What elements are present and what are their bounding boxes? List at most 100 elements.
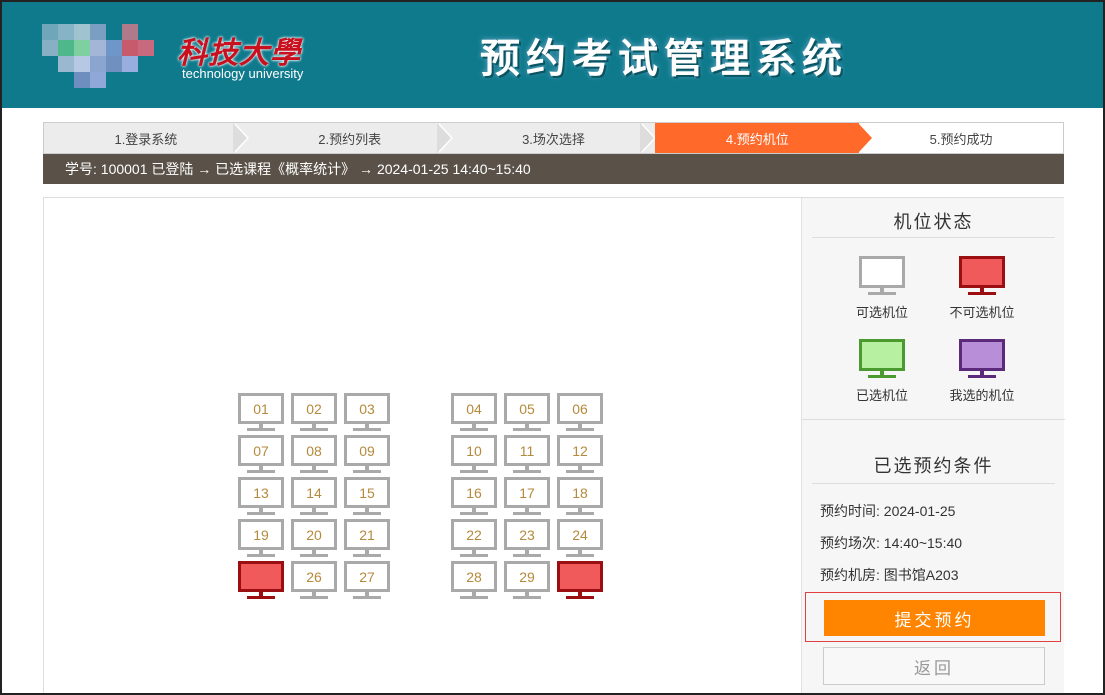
seat-22[interactable]: 22 — [451, 519, 497, 557]
monitor-base — [353, 470, 381, 473]
monitor-icon — [959, 339, 1005, 379]
seat-number: 16 — [451, 477, 497, 508]
step-progress: 1.登录系统 2.预约列表 3.场次选择 4.预约机位 5.预约成功 — [43, 122, 1064, 154]
condition-value: 14:40~15:40 — [883, 535, 963, 551]
seat-19[interactable]: 19 — [238, 519, 284, 557]
monitor-icon — [859, 339, 905, 379]
seat-18[interactable]: 18 — [557, 477, 603, 515]
seat-07[interactable]: 07 — [238, 435, 284, 473]
seat-number: 09 — [344, 435, 390, 466]
seat-11[interactable]: 11 — [504, 435, 550, 473]
seat-06[interactable]: 06 — [557, 393, 603, 431]
monitor-base — [353, 596, 381, 599]
monitor-base — [460, 512, 488, 515]
seat-number: 29 — [504, 561, 550, 592]
condition-label: 预约时间: — [820, 503, 880, 519]
condition-room: 预约机房: 图书馆A203 — [820, 565, 958, 585]
seat-05[interactable]: 05 — [504, 393, 550, 431]
monitor-base — [300, 470, 328, 473]
seat-01[interactable]: 01 — [238, 393, 284, 431]
side-panel: 机位状态 可选机位 不可选机位 已选机位 我选的机位 已选预约条件 预约时间: … — [801, 198, 1065, 693]
legend-label: 我选的机位 — [949, 388, 1015, 403]
monitor-base — [247, 428, 275, 431]
condition-value: 2024-01-25 — [883, 503, 956, 519]
submit-reservation-button[interactable]: 提交预约 — [824, 600, 1045, 636]
seat-number: 07 — [238, 435, 284, 466]
condition-session: 预约场次: 14:40~15:40 — [820, 533, 962, 553]
seat-28[interactable]: 28 — [451, 561, 497, 599]
seat-14[interactable]: 14 — [291, 477, 337, 515]
page-frame: 科技大學 technology university 预约考试管理系统 1.登录… — [0, 0, 1105, 695]
seat-number: 13 — [238, 477, 284, 508]
seat-24[interactable]: 24 — [557, 519, 603, 557]
condition-value: 图书馆A203 — [883, 567, 959, 583]
seat-17[interactable]: 17 — [504, 477, 550, 515]
legend-selected: 已选机位 — [832, 339, 932, 404]
seat-number: 24 — [557, 519, 603, 550]
seat-10[interactable]: 10 — [451, 435, 497, 473]
seat-29[interactable]: 29 — [504, 561, 550, 599]
monitor-base — [566, 470, 594, 473]
seat-map: 01 02 03 04 05 06 07 08 09 10 11 12 13 14 15 16 17 18 19 20… — [44, 198, 801, 693]
logo-subtitle: technology university — [182, 66, 304, 81]
seat-number: 08 — [291, 435, 337, 466]
legend-unavailable: 不可选机位 — [932, 256, 1032, 321]
monitor-base — [247, 596, 275, 599]
monitor-base — [353, 554, 381, 557]
seat-number: 04 — [451, 393, 497, 424]
step-session-select: 3.场次选择 — [452, 123, 657, 153]
divider — [802, 419, 1065, 420]
seat-number: 06 — [557, 393, 603, 424]
seat-02[interactable]: 02 — [291, 393, 337, 431]
seat-13[interactable]: 13 — [238, 477, 284, 515]
monitor-base — [566, 596, 594, 599]
seat-27[interactable]: 27 — [344, 561, 390, 599]
condition-label: 预约场次: — [820, 535, 880, 551]
main-content: 01 02 03 04 05 06 07 08 09 10 11 12 13 14 15 16 17 18 19 20… — [43, 197, 1065, 693]
back-button[interactable]: 返回 — [823, 647, 1045, 685]
step-label: 1.登录系统 — [114, 131, 178, 147]
seat-number: 27 — [344, 561, 390, 592]
monitor-base — [513, 554, 541, 557]
legend-label: 不可选机位 — [949, 305, 1015, 320]
seat-12[interactable]: 12 — [557, 435, 603, 473]
step-label: 4.预约机位 — [725, 131, 789, 147]
monitor-base — [353, 512, 381, 515]
seat-number: 30 — [557, 561, 603, 592]
seat-number: 28 — [451, 561, 497, 592]
seat-16[interactable]: 16 — [451, 477, 497, 515]
seat-08[interactable]: 08 — [291, 435, 337, 473]
step-success: 5.预约成功 — [859, 123, 1063, 153]
seat-26[interactable]: 26 — [291, 561, 337, 599]
monitor-base — [513, 470, 541, 473]
seat-04[interactable]: 04 — [451, 393, 497, 431]
seat-number: 26 — [291, 561, 337, 592]
seat-23[interactable]: 23 — [504, 519, 550, 557]
seat-15[interactable]: 15 — [344, 477, 390, 515]
seat-number: 12 — [557, 435, 603, 466]
step-seat-reserve: 4.预约机位 — [655, 123, 872, 153]
conditions-title: 已选预约条件 — [873, 456, 994, 476]
monitor-base — [300, 554, 328, 557]
step-label: 3.场次选择 — [522, 131, 585, 147]
monitor-base — [513, 512, 541, 515]
seat-number: 15 — [344, 477, 390, 508]
monitor-base — [566, 512, 594, 515]
seat-09[interactable]: 09 — [344, 435, 390, 473]
condition-time: 预约时间: 2024-01-25 — [820, 501, 955, 521]
seat-number: 17 — [504, 477, 550, 508]
seat-number: 05 — [504, 393, 550, 424]
monitor-base — [460, 596, 488, 599]
seat-number: 03 — [344, 393, 390, 424]
seat-21[interactable]: 21 — [344, 519, 390, 557]
monitor-base — [566, 428, 594, 431]
seat-20[interactable]: 20 — [291, 519, 337, 557]
seat-30: 30 — [557, 561, 603, 599]
seat-number: 23 — [504, 519, 550, 550]
seat-25: 25 — [238, 561, 284, 599]
seat-03[interactable]: 03 — [344, 393, 390, 431]
header: 科技大學 technology university 预约考试管理系统 — [2, 2, 1103, 108]
legend-label: 可选机位 — [855, 305, 908, 320]
seat-number: 21 — [344, 519, 390, 550]
seat-number: 20 — [291, 519, 337, 550]
